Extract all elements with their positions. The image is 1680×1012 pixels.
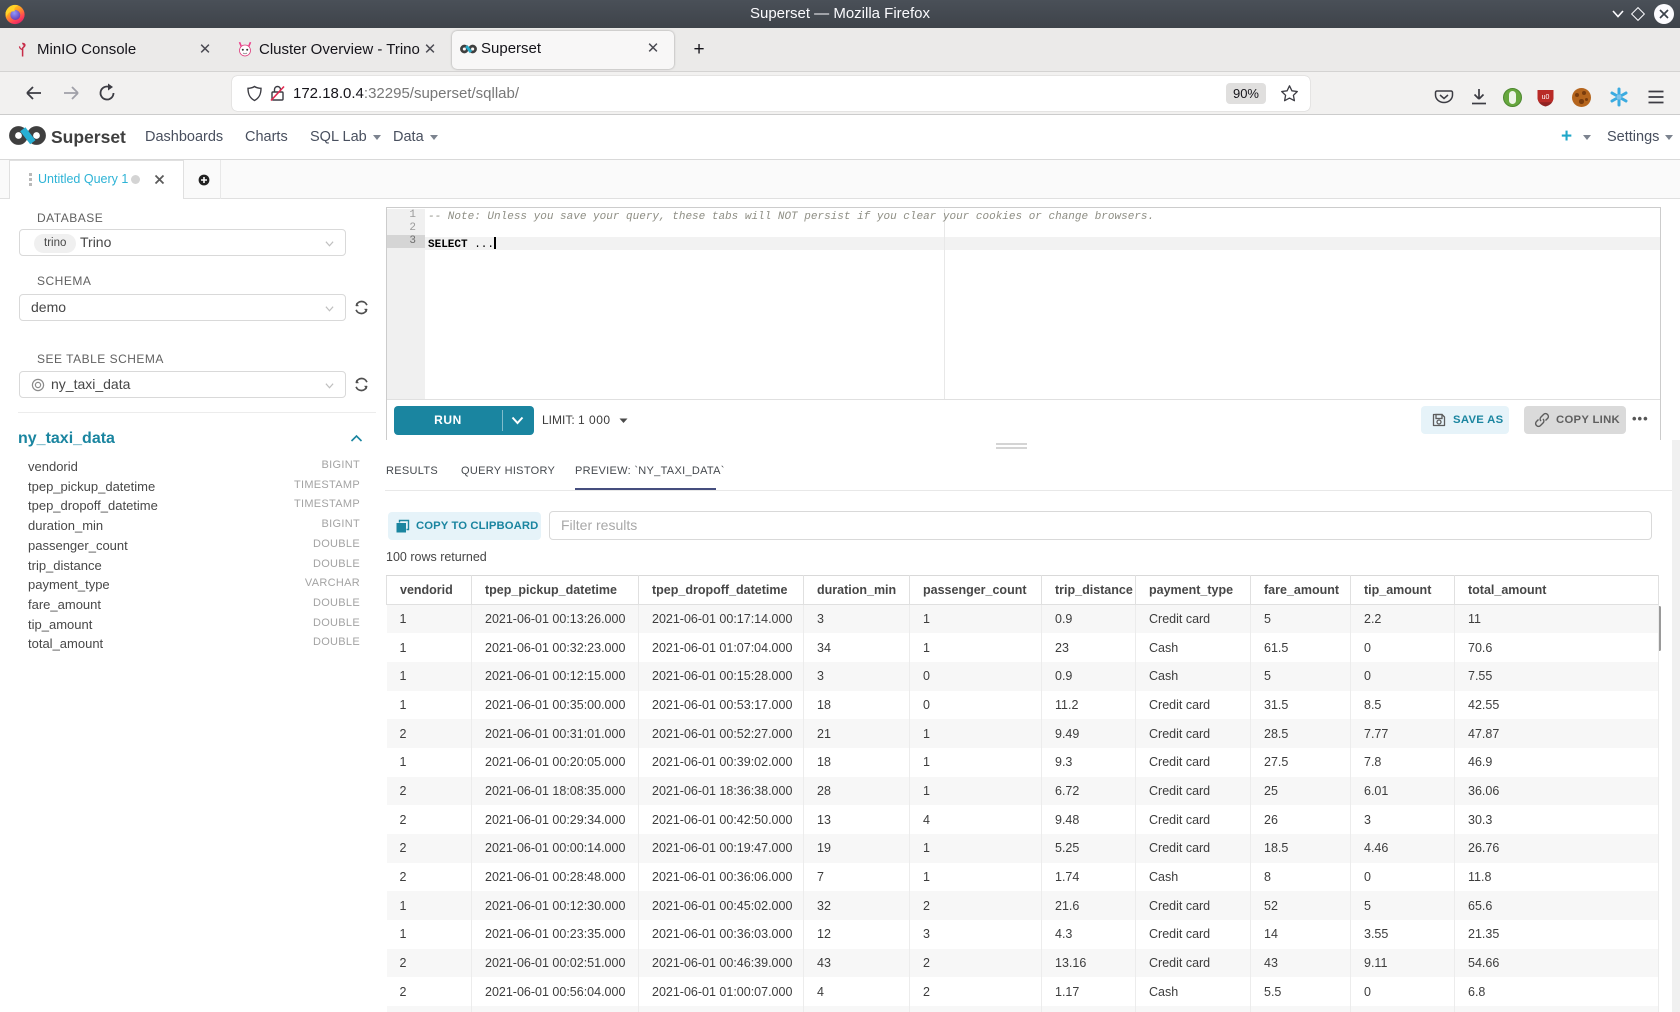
svg-text:u0: u0: [1542, 94, 1550, 101]
